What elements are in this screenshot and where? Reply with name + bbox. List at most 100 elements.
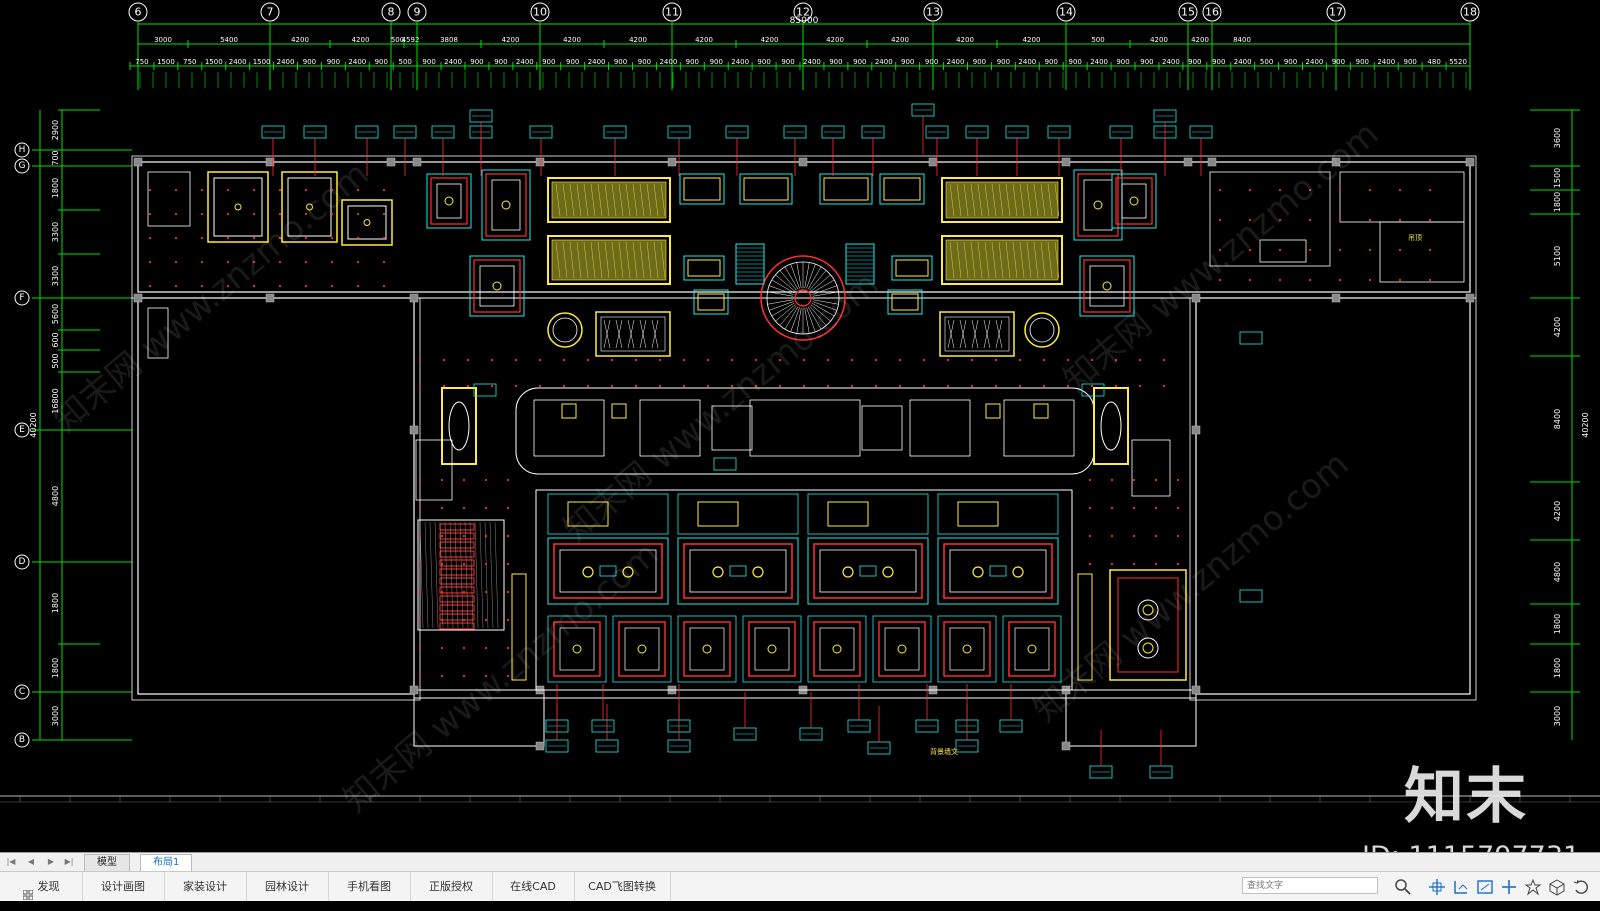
online-cad-button[interactable]: 在线CAD [492, 872, 575, 901]
small-room-frame [742, 615, 802, 683]
discover-button[interactable]: 发现 [0, 872, 83, 901]
ceiling-light-dot [506, 590, 510, 594]
search-icon[interactable] [1394, 878, 1412, 896]
tab-layout1[interactable]: 布局1 [140, 854, 193, 871]
ceiling-light-dot [1308, 218, 1312, 222]
axis-label: F [19, 293, 24, 303]
ceiling-light-dot [1154, 506, 1158, 510]
structural-column [409, 685, 419, 695]
ceiling-light-dot [1018, 358, 1022, 362]
round-ceiling-inner [1029, 317, 1055, 343]
ceiling-room-inner [1089, 265, 1125, 307]
ceiling-light-dot [1368, 278, 1372, 282]
chandelier [1012, 566, 1024, 578]
downlight [962, 644, 972, 654]
dimension-value-row1: 4200 [1023, 36, 1041, 44]
axis-label: 14 [1059, 6, 1073, 19]
ceiling-light-dot [1088, 562, 1092, 566]
left-dimension-value: 1800 [51, 658, 60, 678]
stair-step [439, 577, 475, 585]
small-room-ceiling [1008, 621, 1056, 677]
cube-icon[interactable] [1548, 878, 1566, 896]
ceiling-light-dot [1428, 218, 1432, 222]
left-dimension-value: 2900 [51, 120, 60, 140]
snap-icon[interactable] [1428, 878, 1446, 896]
cad-drawing-canvas[interactable]: 6 7 8 9 10 11 12 13 14 15 16 17 18 85000 3000 5400 4200 4… [0, 0, 1600, 852]
ortho-icon[interactable] [1452, 878, 1470, 896]
image-id-label: ID: 1115797731 [1362, 843, 1580, 853]
dimension-value-row2: 900 [829, 58, 842, 66]
ceiling-light-dot [1428, 248, 1432, 252]
tab-model[interactable]: 模型 [84, 854, 130, 871]
dimension-value-row2: 2400 [277, 58, 295, 66]
left-service-room [415, 439, 453, 501]
mobile-view-button[interactable]: 手机看图 [328, 872, 411, 901]
ceiling-light-dot [682, 358, 686, 362]
downlight [444, 196, 454, 206]
license-button[interactable]: 正版授权 [410, 872, 493, 901]
rotunda-rib [807, 266, 822, 290]
ceiling-room-cyan [426, 173, 472, 229]
round-light-inner [1142, 642, 1154, 654]
ceiling-light-dot [1114, 384, 1118, 388]
ceiling-light-dot [304, 284, 308, 288]
oval-feature-frame [1093, 387, 1129, 465]
ceiling-light-dot [1338, 278, 1342, 282]
right-dimension-value: 5100 [1553, 246, 1562, 266]
structural-column [1191, 293, 1201, 303]
structural-column [535, 741, 545, 751]
ceiling-light-dot [1218, 278, 1222, 282]
ceiling-light-dot [1154, 534, 1158, 538]
dimension-value-row1: 4200 [352, 36, 370, 44]
axis-label: 13 [926, 6, 940, 19]
service-room-ceiling [567, 501, 609, 527]
cad-convert-button[interactable]: CAD飞图转换 [574, 872, 671, 901]
dimension-value-row1: 5400 [220, 36, 238, 44]
rotate-icon[interactable] [1572, 878, 1590, 896]
first-layout-button[interactable]: |◀ [6, 857, 16, 867]
ceiling-light-dot [922, 384, 926, 388]
ceiling-light-dot [1278, 248, 1282, 252]
private-dining-room-ceiling [683, 543, 793, 599]
stair-step [439, 559, 475, 567]
design-drawing-button[interactable]: 设计画图 [82, 872, 165, 901]
ceiling-room-inner [479, 265, 515, 307]
dimension-value-row2: 900 [1356, 58, 1369, 66]
ceiling-room-inner [436, 183, 462, 219]
last-layout-button[interactable]: ▶| [64, 857, 74, 867]
right-dimension-value: 1800 [1553, 658, 1562, 678]
ceiling-light-dot [1338, 218, 1342, 222]
ceiling-light-dot [418, 618, 422, 622]
structural-column [133, 293, 143, 303]
landscape-design-button[interactable]: 园林设计 [246, 872, 329, 901]
dimension-value-row2: 900 [494, 58, 507, 66]
left-toilet-room [147, 307, 169, 359]
structural-column [386, 157, 396, 167]
downlight [897, 644, 907, 654]
measure-icon[interactable] [1476, 878, 1494, 896]
rotunda-rib [796, 307, 802, 334]
ceiling-light-dot [330, 188, 334, 192]
home-design-button[interactable]: 家装设计 [164, 872, 247, 901]
crosshair-icon[interactable] [1500, 878, 1518, 896]
ceiling-light-dot [226, 236, 230, 240]
ceiling-light-dot [484, 478, 488, 482]
service-room-ceiling [827, 501, 869, 527]
rotunda-rib [807, 306, 822, 330]
next-layout-button[interactable]: ▶ [46, 857, 56, 867]
dimension-value-row2: 900 [686, 58, 699, 66]
ceiling-light-dot [1398, 218, 1402, 222]
dimension-value-row2: 900 [542, 58, 555, 66]
ceiling-light-dot [1132, 478, 1136, 482]
small-room-inner [819, 627, 855, 671]
ceiling-light-dot [634, 358, 638, 362]
ceiling-light-dot [586, 358, 590, 362]
ceiling-light-dot [1368, 188, 1372, 192]
star-icon[interactable] [1524, 878, 1542, 896]
ceiling-light-dot [440, 506, 444, 510]
prev-layout-button[interactable]: ◀ [26, 857, 36, 867]
find-text-input[interactable] [1242, 877, 1378, 894]
ceiling-light-dot [898, 384, 902, 388]
ceiling-light-dot [200, 236, 204, 240]
ceiling-light-dot [1066, 384, 1070, 388]
